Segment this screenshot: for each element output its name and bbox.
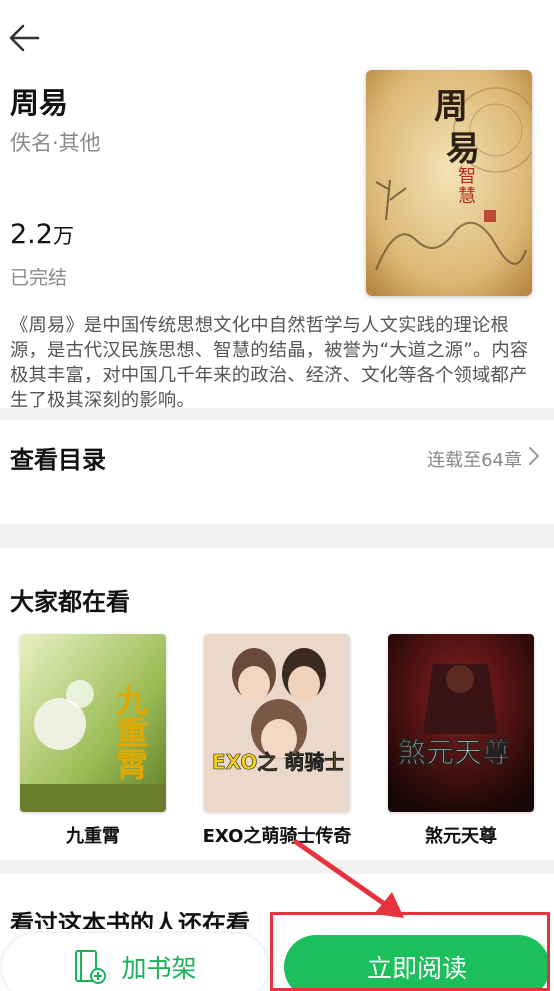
popular-section: 大家都在看 九重霄 九重霄 EXO之 萌骑士 EXO之萌骑士传奇 煞元天尊 煞元…	[0, 548, 554, 860]
catalog-row[interactable]: 查看目录 连载至64章	[0, 420, 554, 524]
popular-book-3[interactable]: 煞元天尊 煞元天尊	[386, 634, 536, 848]
popular-book-name: EXO之萌骑士传奇	[202, 826, 352, 847]
read-now-label: 立即阅读	[366, 954, 467, 983]
popular-book-2[interactable]: EXO之 萌骑士 传奇 EXO之萌骑士传奇	[202, 634, 352, 848]
popular-book-name: 九重霄	[66, 826, 120, 847]
popular-section-title: 大家都在看	[10, 588, 130, 616]
book-title: 周易	[10, 86, 69, 120]
back-button[interactable]	[4, 18, 44, 58]
book-cover[interactable]: 周 易 智 慧	[366, 70, 532, 296]
book-detail-page: 周易 佚名·其他 2.2万 已完结 周 易 智 慧 《周易》是中国传统思想文化中…	[0, 0, 554, 991]
cover-char-4: 慧	[458, 186, 476, 207]
bottom-action-bar: 加书架 立即阅读	[0, 929, 554, 991]
add-to-shelf-icon	[75, 950, 107, 984]
popular-book-cover-title: 煞元天尊	[398, 736, 510, 769]
cover-char-2: 易	[446, 129, 480, 169]
add-to-shelf-label: 加书架	[121, 954, 197, 983]
popular-book-cover: EXO之 萌骑士 传奇	[204, 634, 350, 812]
catalog-status: 连载至64章	[427, 450, 522, 471]
cover-char-1: 周	[434, 87, 468, 127]
chevron-right-icon	[529, 447, 539, 465]
popular-book-name: 煞元天尊	[425, 826, 497, 847]
book-status: 已完结	[10, 267, 68, 289]
popular-book-1[interactable]: 九重霄 九重霄	[18, 634, 168, 848]
popular-book-cover-title: 九重霄	[111, 684, 149, 780]
catalog-title: 查看目录	[10, 446, 106, 474]
cover-char-3: 智	[458, 166, 476, 187]
arrow-left-icon	[9, 24, 40, 52]
popular-book-cover: 九重霄	[20, 634, 166, 812]
add-to-shelf-button[interactable]: 加书架	[2, 933, 268, 991]
word-count: 2.2万	[10, 219, 74, 250]
book-cover-art: 周 易 智 慧	[366, 70, 532, 296]
book-author-category: 佚名·其他	[10, 131, 101, 155]
word-count-value: 2.2	[10, 219, 53, 250]
word-count-unit: 万	[52, 224, 74, 248]
book-info-card: 周易 佚名·其他 2.2万 已完结 周 易 智 慧 《周易》是中国传统思想文化中…	[0, 0, 554, 411]
popular-book-cover: 煞元天尊	[388, 634, 534, 812]
read-now-button[interactable]: 立即阅读	[284, 935, 550, 991]
book-description: 《周易》是中国传统思想文化中自然哲学与人文实践的理论根源，是古代汉民族思想、智慧…	[10, 315, 529, 411]
popular-book-cover-title: EXO之 萌骑士 传奇	[212, 750, 350, 774]
